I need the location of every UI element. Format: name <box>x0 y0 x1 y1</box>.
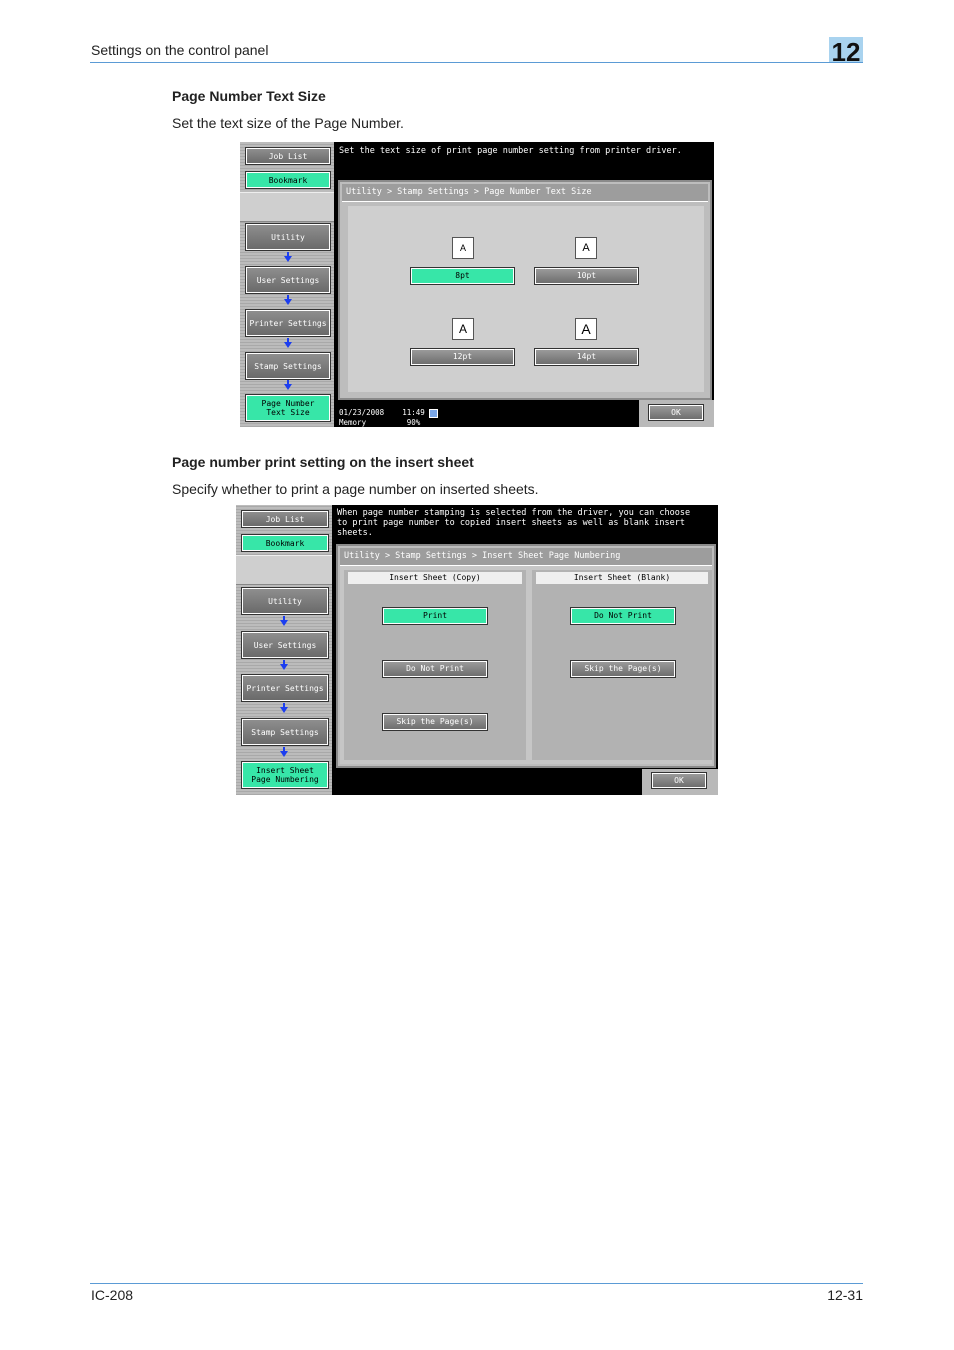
copy-print-button[interactable]: Print <box>382 607 488 625</box>
copy-skip-pages-button[interactable]: Skip the Page(s) <box>382 713 488 731</box>
section-heading-text-size: Page Number Text Size <box>172 88 326 104</box>
nav-utility[interactable]: Utility <box>245 223 331 251</box>
option-10pt-button[interactable]: 10pt <box>534 267 639 285</box>
breadcrumb: Utility > Stamp Settings > Page Number T… <box>342 184 708 202</box>
blank-column: Insert Sheet (Blank) Do Not Print Skip t… <box>532 570 712 760</box>
down-arrow-icon <box>284 295 292 305</box>
section-heading-insert-sheet: Page number print setting on the insert … <box>172 454 474 470</box>
footer-rule <box>90 1283 863 1284</box>
section-description-text-size: Set the text size of the Page Number. <box>172 115 404 131</box>
ok-area: OK <box>639 400 714 427</box>
down-arrow-icon <box>284 380 292 390</box>
chapter-number: 12 <box>829 37 863 67</box>
copy-column: Insert Sheet (Copy) Print Do Not Print S… <box>344 570 526 760</box>
down-arrow-icon <box>280 660 288 670</box>
bookmark-button[interactable]: Bookmark <box>241 534 329 552</box>
option-12pt-button[interactable]: 12pt <box>410 348 515 366</box>
sidebar: Job List Bookmark Utility User Settings … <box>240 142 334 427</box>
nav-stamp-settings[interactable]: Stamp Settings <box>241 718 329 746</box>
nav-printer-settings[interactable]: Printer Settings <box>241 674 329 702</box>
ok-area: OK <box>642 769 718 795</box>
ok-button[interactable]: OK <box>648 404 704 421</box>
options-area: Insert Sheet (Copy) Print Do Not Print S… <box>340 566 712 764</box>
down-arrow-icon <box>280 616 288 626</box>
down-arrow-icon <box>280 747 288 757</box>
memory-value: 90% <box>406 417 421 427</box>
blank-skip-pages-button[interactable]: Skip the Page(s) <box>570 660 676 678</box>
down-arrow-icon <box>280 703 288 713</box>
down-arrow-icon <box>284 252 292 262</box>
blank-column-title: Insert Sheet (Blank) <box>536 572 708 584</box>
blank-do-not-print-button[interactable]: Do Not Print <box>570 607 676 625</box>
job-list-button[interactable]: Job List <box>241 510 329 528</box>
sample-12pt-icon: A <box>452 318 474 340</box>
nav-page-number-text-size[interactable]: Page Number Text Size <box>245 394 331 422</box>
status-time: 11:49 <box>402 408 425 417</box>
nav-utility[interactable]: Utility <box>241 587 329 615</box>
status-date: 01/23/2008 <box>339 408 385 417</box>
copy-do-not-print-button[interactable]: Do Not Print <box>382 660 488 678</box>
sample-14pt-icon: A <box>575 318 597 340</box>
section-description-insert-sheet: Specify whether to print a page number o… <box>172 481 539 497</box>
nav-user-settings[interactable]: User Settings <box>241 631 329 659</box>
memory-label: Memory <box>339 417 367 427</box>
options-area: A A 8pt 10pt A A 12pt 14pt <box>348 206 704 392</box>
ok-button[interactable]: OK <box>651 772 707 789</box>
instruction-message: When page number stamping is selected fr… <box>337 508 691 538</box>
down-arrow-icon <box>284 338 292 348</box>
footer-model: IC-208 <box>91 1287 134 1303</box>
network-icon <box>429 408 439 418</box>
settings-frame: Utility > Stamp Settings > Insert Sheet … <box>336 544 716 768</box>
panel-screenshot-text-size: Job List Bookmark Utility User Settings … <box>240 142 714 427</box>
panel-screenshot-insert-sheet: Job List Bookmark Utility User Settings … <box>236 505 718 795</box>
running-header: Settings on the control panel <box>91 42 269 58</box>
sample-10pt-icon: A <box>575 237 597 259</box>
breadcrumb: Utility > Stamp Settings > Insert Sheet … <box>340 548 712 566</box>
job-list-button[interactable]: Job List <box>245 147 331 165</box>
sample-8pt-icon: A <box>452 237 474 259</box>
nav-stamp-settings[interactable]: Stamp Settings <box>245 352 331 380</box>
footer-page-number: 12-31 <box>827 1287 863 1303</box>
nav-insert-sheet-page-numbering[interactable]: Insert Sheet Page Numbering <box>241 761 329 789</box>
nav-printer-settings[interactable]: Printer Settings <box>245 309 331 337</box>
header-rule <box>90 62 863 63</box>
nav-user-settings[interactable]: User Settings <box>245 266 331 294</box>
sidebar: Job List Bookmark Utility User Settings … <box>236 505 332 795</box>
instruction-message: Set the text size of print page number s… <box>339 146 682 156</box>
status-bar: 01/23/2008 11:49 Memory 90% <box>339 408 439 427</box>
copy-column-title: Insert Sheet (Copy) <box>348 572 522 584</box>
bookmark-button[interactable]: Bookmark <box>245 171 331 189</box>
settings-frame: Utility > Stamp Settings > Page Number T… <box>338 180 712 400</box>
option-8pt-button[interactable]: 8pt <box>410 267 515 285</box>
option-14pt-button[interactable]: 14pt <box>534 348 639 366</box>
